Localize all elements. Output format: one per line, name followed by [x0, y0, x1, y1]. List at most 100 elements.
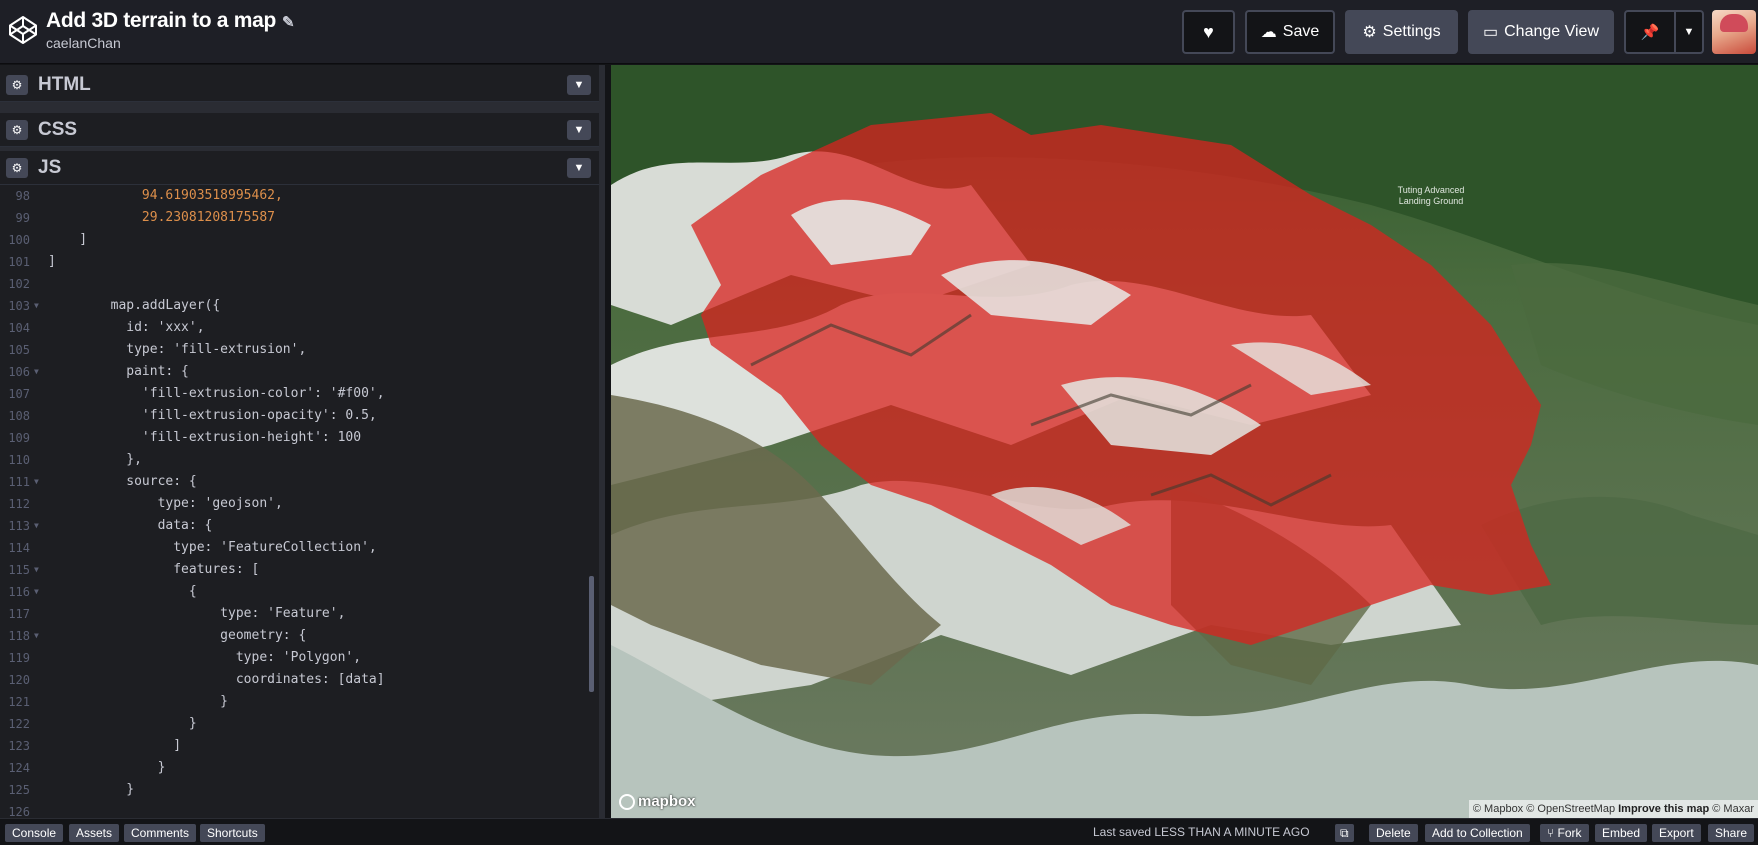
- avatar[interactable]: [1712, 10, 1756, 54]
- share-button[interactable]: Share: [1708, 824, 1755, 842]
- code-line[interactable]: 119 type: 'Polygon',: [0, 647, 590, 669]
- line-number: 98: [15, 189, 30, 203]
- editor-pane: ⚙ HTML ▼ ⚙ CSS ▼ ⚙ JS ▼ 98 94.6190351899…: [0, 65, 605, 820]
- add-to-collection-button[interactable]: Add to Collection: [1425, 824, 1530, 842]
- js-code-editor[interactable]: 98 94.61903518995462, 99 29.2308120817558…: [0, 185, 590, 820]
- code-line[interactable]: 115 ▼ features: [: [0, 559, 590, 581]
- html-settings-gear-icon[interactable]: ⚙: [6, 74, 28, 95]
- line-number: 124: [8, 761, 30, 775]
- code-line[interactable]: 117 type: 'Feature',: [0, 603, 590, 625]
- fold-arrow-icon[interactable]: ▼: [34, 295, 39, 317]
- attribution-copyright[interactable]: © Mapbox © OpenStreetMap: [1473, 803, 1615, 815]
- attribution-maxar[interactable]: © Maxar: [1712, 803, 1754, 815]
- embed-button[interactable]: Embed: [1595, 824, 1648, 842]
- code-line[interactable]: 124 }: [0, 757, 590, 779]
- js-collapse-chevron-icon[interactable]: ▼: [567, 158, 591, 178]
- comments-button[interactable]: Comments: [124, 824, 197, 842]
- mapbox-logo[interactable]: mapbox: [619, 793, 696, 810]
- fold-arrow-icon[interactable]: ▼: [34, 581, 39, 603]
- assets-button[interactable]: Assets: [69, 824, 120, 842]
- code-text: id: 'xxx',: [48, 320, 205, 335]
- fork-icon: ⑂: [1547, 826, 1558, 840]
- author-name[interactable]: caelanChan: [46, 35, 121, 51]
- line-number: 120: [8, 673, 30, 687]
- js-editor-header[interactable]: ⚙ JS ▼: [0, 151, 599, 185]
- pencil-icon[interactable]: ✎: [282, 14, 295, 31]
- settings-button[interactable]: ⚙ Settings: [1345, 10, 1458, 54]
- code-line[interactable]: 101]: [0, 251, 590, 273]
- line-number: 119: [8, 651, 30, 665]
- css-editor-header[interactable]: ⚙ CSS ▼: [0, 113, 599, 147]
- pen-title[interactable]: Add 3D terrain to a map ✎: [46, 9, 295, 33]
- pin-icon: 📌: [1640, 24, 1660, 41]
- code-text: },: [48, 452, 142, 467]
- change-view-button[interactable]: ▭ Change View: [1468, 10, 1614, 54]
- js-settings-gear-icon[interactable]: ⚙: [6, 157, 28, 178]
- code-line[interactable]: 103 ▼ map.addLayer({: [0, 295, 590, 317]
- html-editor-header[interactable]: ⚙ HTML ▼: [0, 68, 599, 102]
- css-settings-gear-icon[interactable]: ⚙: [6, 119, 28, 140]
- css-label: CSS: [38, 118, 78, 140]
- fork-button[interactable]: ⑂ Fork: [1540, 824, 1589, 842]
- code-text: data: {: [48, 518, 213, 533]
- code-text: geometry: {: [48, 628, 307, 643]
- cloud-icon: ☁: [1260, 24, 1277, 41]
- pin-button[interactable]: 📌: [1624, 10, 1676, 54]
- code-line[interactable]: 111 ▼ source: {: [0, 471, 590, 493]
- code-line[interactable]: 121 }: [0, 691, 590, 713]
- code-scrollbar[interactable]: [589, 576, 594, 692]
- fold-arrow-icon[interactable]: ▼: [34, 559, 39, 581]
- editor-resizer[interactable]: [0, 102, 599, 113]
- code-line[interactable]: 114 type: 'FeatureCollection',: [0, 537, 590, 559]
- terrain-map[interactable]: [611, 65, 1758, 818]
- pen-title-text: Add 3D terrain to a map: [46, 9, 276, 32]
- code-line[interactable]: 125 }: [0, 779, 590, 801]
- code-line[interactable]: 98 94.61903518995462,: [0, 185, 590, 207]
- fold-arrow-icon[interactable]: ▼: [34, 625, 39, 647]
- bottom-bar: Console Assets Comments Shortcuts Last s…: [0, 818, 1758, 845]
- map-preview[interactable]: Tuting Advanced Landing Ground mapbox © …: [611, 65, 1758, 818]
- code-text: }: [48, 694, 229, 709]
- codepen-logo-icon[interactable]: [7, 14, 39, 46]
- code-line[interactable]: 108 'fill-extrusion-opacity': 0.5,: [0, 405, 590, 427]
- line-number: 118: [8, 629, 30, 643]
- code-line[interactable]: 113 ▼ data: {: [0, 515, 590, 537]
- code-line[interactable]: 116 ▼ {: [0, 581, 590, 603]
- mapbox-logo-icon: [619, 793, 635, 810]
- code-text: ]: [48, 738, 182, 753]
- console-button[interactable]: Console: [5, 824, 64, 842]
- code-text: source: {: [48, 474, 197, 489]
- code-line[interactable]: 100 ]: [0, 229, 590, 251]
- code-line[interactable]: 104 id: 'xxx',: [0, 317, 590, 339]
- code-line[interactable]: 120 coordinates: [data]: [0, 669, 590, 691]
- html-collapse-chevron-icon[interactable]: ▼: [567, 75, 591, 95]
- css-collapse-chevron-icon[interactable]: ▼: [567, 120, 591, 140]
- code-line[interactable]: 110 },: [0, 449, 590, 471]
- code-line[interactable]: 107 'fill-extrusion-color': '#f00',: [0, 383, 590, 405]
- code-line[interactable]: 102: [0, 273, 590, 295]
- pin-dropdown-button[interactable]: ▼: [1674, 10, 1704, 54]
- heart-icon: ♥: [1203, 21, 1214, 42]
- change-view-label: Change View: [1504, 23, 1599, 40]
- like-button[interactable]: ♥: [1182, 10, 1235, 54]
- shortcuts-button[interactable]: Shortcuts: [200, 824, 265, 842]
- code-line[interactable]: 106 ▼ paint: {: [0, 361, 590, 383]
- code-line[interactable]: 109 'fill-extrusion-height': 100: [0, 427, 590, 449]
- code-line[interactable]: 105 type: 'fill-extrusion',: [0, 339, 590, 361]
- code-line[interactable]: 122 }: [0, 713, 590, 735]
- export-button[interactable]: Export: [1652, 824, 1701, 842]
- open-external-button[interactable]: ⧉: [1335, 824, 1354, 842]
- delete-button[interactable]: Delete: [1369, 824, 1418, 842]
- fold-arrow-icon[interactable]: ▼: [34, 515, 39, 537]
- code-line[interactable]: 118 ▼ geometry: {: [0, 625, 590, 647]
- improve-map-link[interactable]: Improve this map: [1618, 803, 1709, 815]
- fold-arrow-icon[interactable]: ▼: [34, 361, 39, 383]
- code-line[interactable]: 123 ]: [0, 735, 590, 757]
- layout-icon: ▭: [1482, 24, 1499, 41]
- place-label: Tuting Advanced Landing Ground: [1397, 185, 1465, 206]
- code-line[interactable]: 99 29.23081208175587: [0, 207, 590, 229]
- code-text: type: 'FeatureCollection',: [48, 540, 377, 555]
- fold-arrow-icon[interactable]: ▼: [34, 471, 39, 493]
- save-button[interactable]: ☁ Save: [1245, 10, 1335, 54]
- code-line[interactable]: 112 type: 'geojson',: [0, 493, 590, 515]
